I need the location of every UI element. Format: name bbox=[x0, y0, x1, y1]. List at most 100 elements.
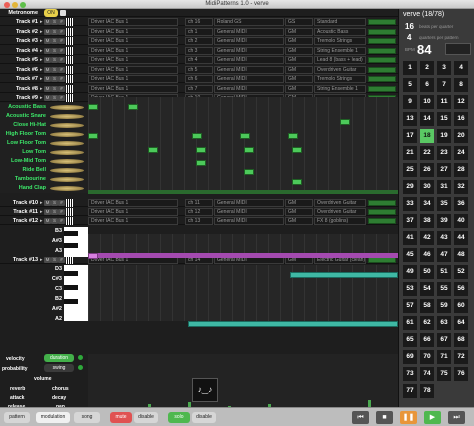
channel-select[interactable]: ch 7 bbox=[185, 84, 213, 93]
program-select[interactable]: Overdriven Guitar bbox=[314, 199, 366, 207]
pattern-cell[interactable]: 45 bbox=[403, 248, 417, 262]
track-name[interactable]: Track #5 bbox=[0, 56, 40, 64]
mute-track-button[interactable]: M bbox=[44, 28, 51, 35]
keyboard-icon[interactable] bbox=[66, 46, 73, 55]
pattern-cell[interactable]: 53 bbox=[403, 282, 417, 296]
note[interactable] bbox=[290, 272, 398, 278]
pattern-cell[interactable]: 24 bbox=[454, 146, 468, 160]
solo-track-button[interactable]: S bbox=[51, 76, 58, 82]
standard-select[interactable]: GM bbox=[285, 27, 313, 36]
pattern-cell[interactable]: 50 bbox=[420, 265, 434, 279]
pattern-cell[interactable]: 63 bbox=[437, 316, 451, 330]
drum-note[interactable] bbox=[148, 147, 158, 153]
solo-track-button[interactable]: S bbox=[51, 209, 58, 215]
swing-dot-icon[interactable] bbox=[78, 365, 83, 370]
pattern-cell[interactable]: 56 bbox=[454, 282, 468, 296]
duration-button[interactable]: duration bbox=[44, 354, 74, 362]
drum-note[interactable] bbox=[196, 160, 206, 166]
modulation-tab[interactable]: modulation bbox=[36, 412, 70, 423]
pattern-cell[interactable]: 60 bbox=[454, 299, 468, 313]
mute-track-button[interactable]: M bbox=[44, 19, 51, 25]
drum-name[interactable]: Hand Clap bbox=[0, 184, 46, 193]
mute-track-button[interactable]: M bbox=[44, 95, 51, 101]
track-name[interactable]: Track #8 bbox=[0, 85, 40, 93]
pattern-cell[interactable]: 54 bbox=[420, 282, 434, 296]
channel-select[interactable]: ch 12 bbox=[185, 208, 213, 216]
pattern-cell[interactable]: 69 bbox=[403, 350, 417, 364]
keyboard-icon[interactable] bbox=[66, 94, 73, 102]
black-key[interactable] bbox=[64, 243, 78, 248]
channel-select[interactable]: ch 5 bbox=[185, 65, 213, 74]
pattern-cell[interactable]: 73 bbox=[403, 367, 417, 381]
play-track-icon[interactable]: ▸ bbox=[40, 257, 43, 263]
volume-meter[interactable] bbox=[368, 209, 396, 215]
beats-value[interactable]: 16 bbox=[405, 22, 414, 31]
device-select[interactable]: General MIDI bbox=[214, 84, 284, 93]
device-select[interactable]: General MIDI bbox=[214, 199, 284, 207]
device-select[interactable]: General MIDI bbox=[214, 75, 284, 83]
pattern-cell[interactable]: 32 bbox=[454, 180, 468, 194]
keyboard-icon[interactable] bbox=[66, 18, 73, 26]
pattern-cell[interactable]: 12 bbox=[454, 95, 468, 109]
track-name[interactable]: Track #12 bbox=[0, 217, 40, 225]
pattern-cell[interactable]: 57 bbox=[403, 299, 417, 313]
play-track-icon[interactable]: ▸ bbox=[40, 48, 43, 54]
mute-track-button[interactable]: M bbox=[44, 200, 51, 206]
device-select[interactable]: General MIDI bbox=[214, 217, 284, 225]
black-key[interactable] bbox=[64, 231, 78, 236]
solo-track-button[interactable]: S bbox=[51, 19, 58, 25]
volume-meter[interactable] bbox=[368, 28, 396, 35]
solo-button[interactable]: solo bbox=[168, 412, 190, 423]
solo-track-button[interactable]: S bbox=[51, 66, 58, 73]
skip-forward-icon[interactable]: ⏭ bbox=[448, 411, 465, 424]
record-track-button[interactable]: # bbox=[58, 57, 65, 63]
mute-disable-button[interactable]: disable bbox=[134, 412, 158, 423]
program-select[interactable]: String Ensemble 1 bbox=[314, 46, 366, 55]
port-select[interactable]: Driver IAC Bus 1 bbox=[88, 56, 178, 64]
channel-select[interactable]: ch 13 bbox=[185, 217, 213, 225]
drum-note[interactable] bbox=[88, 133, 98, 139]
note-value-icon[interactable]: ♪‿♪ bbox=[192, 378, 218, 402]
mute-button[interactable]: mute bbox=[110, 412, 132, 423]
channel-select[interactable]: ch 1 bbox=[185, 27, 213, 36]
pattern-cell[interactable]: 71 bbox=[437, 350, 451, 364]
play-track-icon[interactable]: ▸ bbox=[40, 57, 43, 63]
play-track-icon[interactable]: ▸ bbox=[40, 29, 43, 35]
solo-track-button[interactable]: S bbox=[51, 200, 58, 206]
volume-meter[interactable] bbox=[368, 218, 396, 224]
record-track-button[interactable]: # bbox=[58, 200, 65, 206]
drum-note[interactable] bbox=[288, 133, 298, 139]
standard-select[interactable]: GM bbox=[285, 217, 313, 225]
pattern-cell[interactable]: 66 bbox=[420, 333, 434, 347]
decay-label[interactable]: decay bbox=[52, 395, 66, 401]
drum-note[interactable] bbox=[292, 147, 302, 153]
port-select[interactable]: Driver IAC Bus 1 bbox=[88, 18, 178, 26]
mute-track-button[interactable]: M bbox=[44, 209, 51, 215]
volume-meter[interactable] bbox=[368, 47, 396, 54]
pattern-cell[interactable]: 36 bbox=[454, 197, 468, 211]
pattern-cell[interactable]: 61 bbox=[403, 316, 417, 330]
program-select[interactable]: Tremolo Strings bbox=[314, 75, 366, 83]
channel-select[interactable]: ch 11 bbox=[185, 199, 213, 207]
drum-note[interactable] bbox=[128, 104, 138, 110]
pattern-cell[interactable]: 4 bbox=[454, 61, 468, 75]
keyboard-icon[interactable] bbox=[66, 256, 73, 264]
pattern-cell[interactable]: 13 bbox=[403, 112, 417, 126]
pattern-cell[interactable]: 52 bbox=[454, 265, 468, 279]
device-select[interactable]: General MIDI bbox=[214, 65, 284, 74]
pattern-cell[interactable]: 42 bbox=[420, 231, 434, 245]
mute-track-button[interactable]: M bbox=[44, 66, 51, 73]
play-track-icon[interactable]: ▸ bbox=[40, 76, 43, 82]
volume-meter[interactable] bbox=[368, 200, 396, 206]
program-select[interactable]: FX 8 (goblins) bbox=[314, 217, 366, 225]
stop-icon[interactable]: ■ bbox=[376, 411, 393, 424]
record-track-button[interactable]: # bbox=[58, 66, 65, 73]
channel-select[interactable]: ch 2 bbox=[185, 37, 213, 45]
black-key[interactable] bbox=[64, 271, 78, 276]
program-select[interactable]: String Ensemble 1 bbox=[314, 84, 366, 93]
pattern-cell[interactable]: 19 bbox=[437, 129, 451, 143]
program-select[interactable]: Tremolo Strings bbox=[314, 37, 366, 45]
mute-track-button[interactable]: M bbox=[44, 38, 51, 44]
pattern-cell[interactable]: 1 bbox=[403, 61, 417, 75]
track-name[interactable]: Track #6 bbox=[0, 66, 40, 74]
